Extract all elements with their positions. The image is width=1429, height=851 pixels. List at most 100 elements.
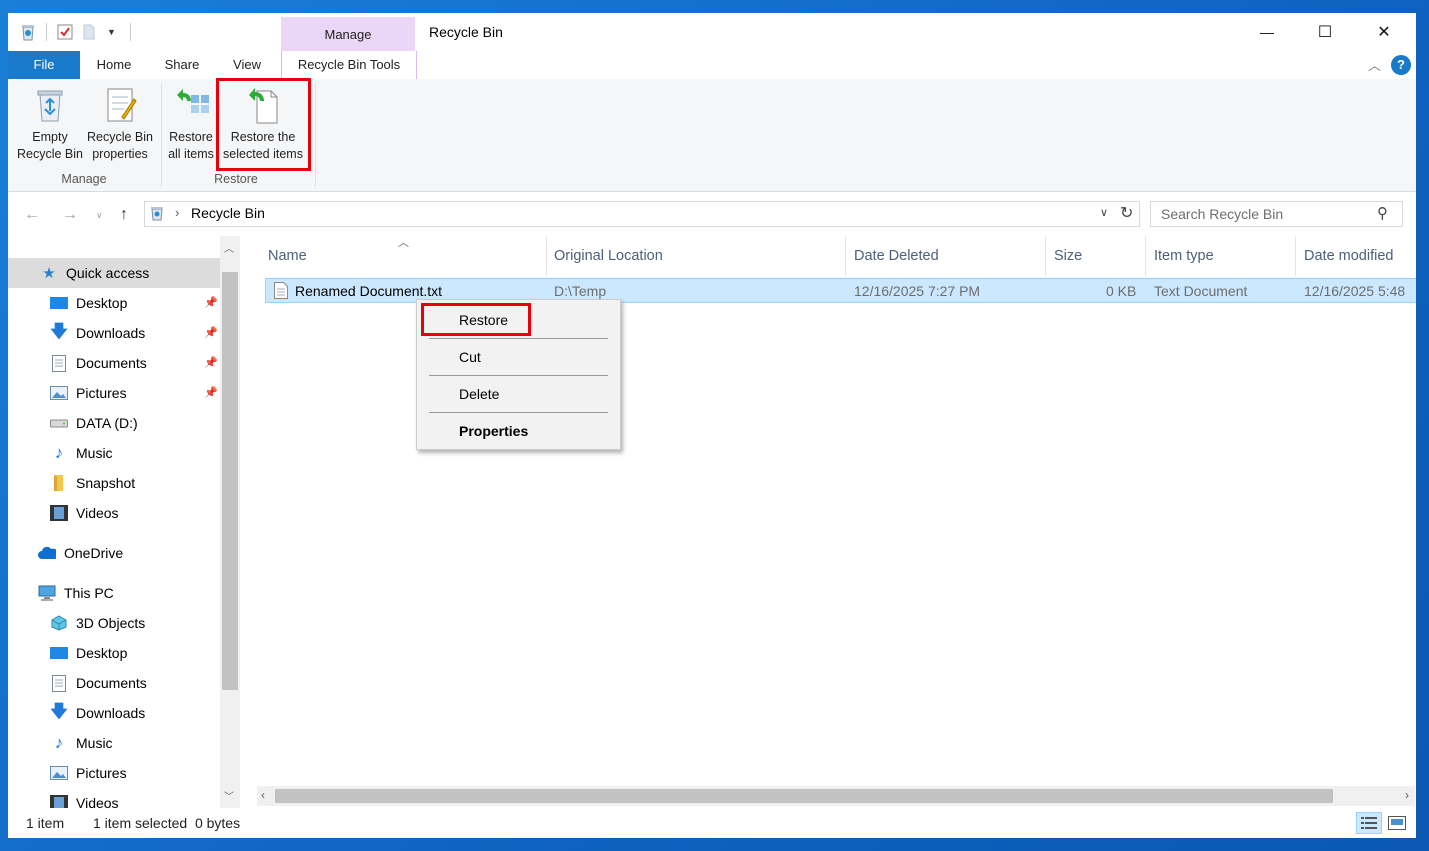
tab-share[interactable]: Share xyxy=(156,51,208,79)
star-icon: ★ xyxy=(42,265,56,282)
tab-file[interactable]: File xyxy=(8,51,80,79)
close-button[interactable]: ✕ xyxy=(1361,13,1407,51)
film-icon xyxy=(50,504,68,522)
pin-icon[interactable]: 📌 xyxy=(204,296,218,309)
details-view-button[interactable] xyxy=(1356,812,1382,834)
nav-item-pc-videos[interactable]: Videos xyxy=(8,788,220,808)
breadcrumb-chevron-icon[interactable]: › xyxy=(175,205,179,220)
nav-item-music[interactable]: ♪ Music xyxy=(8,438,220,468)
recycle-bin-properties-button[interactable]: Recycle Bin properties xyxy=(84,85,156,163)
context-menu-cut[interactable]: Cut xyxy=(459,349,481,365)
properties-qat-icon[interactable] xyxy=(57,24,73,40)
nav-scrollbar[interactable]: ︿ ﹀ xyxy=(220,236,240,808)
menu-separator xyxy=(429,375,608,376)
qat-dropdown-icon[interactable]: ▼ xyxy=(107,27,116,37)
desktop-icon xyxy=(50,644,68,662)
column-header-original-location[interactable]: Original Location xyxy=(546,236,846,276)
tab-recycle-bin-tools[interactable]: Recycle Bin Tools xyxy=(281,51,417,80)
nav-quick-access[interactable]: ★ Quick access xyxy=(8,258,220,288)
column-header-size[interactable]: Size xyxy=(1046,236,1146,276)
scroll-up-icon[interactable]: ︿ xyxy=(224,240,234,255)
breadcrumb-path[interactable]: Recycle Bin xyxy=(191,205,265,221)
nav-onedrive[interactable]: OneDrive xyxy=(8,538,220,568)
maximize-button[interactable]: ☐ xyxy=(1302,13,1348,51)
scroll-left-icon[interactable]: ‹ xyxy=(261,788,265,802)
nav-item-pc-downloads[interactable]: 🡇 Downloads xyxy=(8,698,220,728)
menu-separator xyxy=(429,338,608,339)
properties-label-1: Recycle Bin xyxy=(87,130,153,144)
refresh-icon[interactable]: ↻ xyxy=(1120,203,1133,223)
horizontal-scrollbar-thumb[interactable] xyxy=(275,789,1333,803)
column-header-date-modified[interactable]: Date modified xyxy=(1296,236,1416,276)
folder-icon xyxy=(50,474,68,492)
ribbon-tab-row: File Home Share View Recycle Bin Tools ︿… xyxy=(8,51,1416,80)
properties-icon xyxy=(107,88,137,122)
file-item-type: Text Document xyxy=(1154,283,1248,299)
pin-icon[interactable]: 📌 xyxy=(204,386,218,399)
documents-icon xyxy=(50,354,68,372)
address-dropdown-icon[interactable]: ∨ xyxy=(1100,206,1108,219)
address-bar[interactable]: › Recycle Bin ∨ ↻ xyxy=(144,201,1140,227)
forward-arrow-icon[interactable]: → xyxy=(62,206,78,224)
minimize-button[interactable]: — xyxy=(1244,13,1290,51)
text-file-icon xyxy=(274,282,288,299)
nav-item-documents[interactable]: Documents 📌 xyxy=(8,348,220,378)
nav-item-3d-objects[interactable]: 3D Objects xyxy=(8,608,220,638)
search-box[interactable]: ⚲ xyxy=(1150,201,1403,227)
file-date-modified: 12/16/2025 5:48 xyxy=(1304,283,1406,299)
new-folder-qat-icon[interactable] xyxy=(81,24,97,40)
nav-item-snapshot[interactable]: Snapshot xyxy=(8,468,220,498)
up-arrow-icon[interactable]: ↑ xyxy=(120,206,128,224)
nav-item-data-drive[interactable]: DATA (D:) xyxy=(8,408,220,438)
collapse-ribbon-icon[interactable]: ︿ xyxy=(1368,55,1381,74)
nav-label: Desktop xyxy=(76,645,128,661)
nav-this-pc[interactable]: This PC xyxy=(8,578,220,608)
restore-all-items-button[interactable]: Restore all items xyxy=(160,85,222,163)
file-original-location: D:\Temp xyxy=(554,283,607,299)
restore-all-icon xyxy=(177,89,209,113)
large-icons-view-button[interactable] xyxy=(1384,812,1410,834)
column-header-item-type[interactable]: Item type xyxy=(1146,236,1296,276)
restore-group-label: Restore xyxy=(214,172,258,186)
maximize-icon: ☐ xyxy=(1317,24,1333,41)
context-menu-properties[interactable]: Properties xyxy=(459,423,528,439)
help-icon[interactable]: ? xyxy=(1391,55,1411,75)
nav-scrollbar-thumb[interactable] xyxy=(222,272,238,690)
empty-recycle-bin-button[interactable]: Empty Recycle Bin xyxy=(14,85,86,163)
cloud-icon xyxy=(38,544,56,562)
nav-item-downloads[interactable]: 🡇 Downloads 📌 xyxy=(8,318,220,348)
nav-item-pc-pictures[interactable]: Pictures xyxy=(8,758,220,788)
pin-icon[interactable]: 📌 xyxy=(204,356,218,369)
nav-item-desktop[interactable]: Desktop 📌 xyxy=(8,288,220,318)
search-icon[interactable]: ⚲ xyxy=(1377,204,1388,222)
column-header-date-deleted[interactable]: Date Deleted xyxy=(846,236,1046,276)
scroll-down-icon[interactable]: ﹀ xyxy=(224,788,234,803)
tab-view[interactable]: View xyxy=(222,51,272,79)
desktop-icon xyxy=(50,294,68,312)
search-input[interactable] xyxy=(1159,205,1363,223)
music-note-icon: ♪ xyxy=(54,733,64,752)
restore-all-label-2: all items xyxy=(168,147,214,161)
status-bar: 1 item 1 item selected 0 bytes xyxy=(8,810,1416,838)
horizontal-scrollbar[interactable]: ‹ › xyxy=(257,786,1415,806)
back-arrow-icon[interactable]: ← xyxy=(24,206,40,224)
drive-icon xyxy=(50,414,68,432)
close-icon: ✕ xyxy=(1377,24,1391,41)
recycle-bin-small-icon[interactable] xyxy=(20,23,36,41)
pin-icon[interactable]: 📌 xyxy=(204,326,218,339)
nav-item-pc-desktop[interactable]: Desktop xyxy=(8,638,220,668)
nav-item-videos[interactable]: Videos xyxy=(8,498,220,528)
nav-item-pc-music[interactable]: ♪ Music xyxy=(8,728,220,758)
context-menu-delete[interactable]: Delete xyxy=(459,386,499,402)
pictures-icon xyxy=(50,764,68,782)
scroll-right-icon[interactable]: › xyxy=(1405,788,1409,802)
nav-item-pictures[interactable]: Pictures 📌 xyxy=(8,378,220,408)
status-item-count: 1 item xyxy=(26,815,65,831)
tab-home[interactable]: Home xyxy=(86,51,142,79)
manage-context-label: Manage xyxy=(324,27,372,42)
nav-item-pc-documents[interactable]: Documents xyxy=(8,668,220,698)
recent-locations-icon[interactable]: ∨ xyxy=(96,210,103,221)
address-row: ← → ∨ ↑ › Recycle Bin ∨ ↻ ⚲ xyxy=(8,192,1416,236)
restore-all-label-1: Restore xyxy=(169,130,213,144)
column-header-name[interactable]: Name xyxy=(260,236,547,276)
